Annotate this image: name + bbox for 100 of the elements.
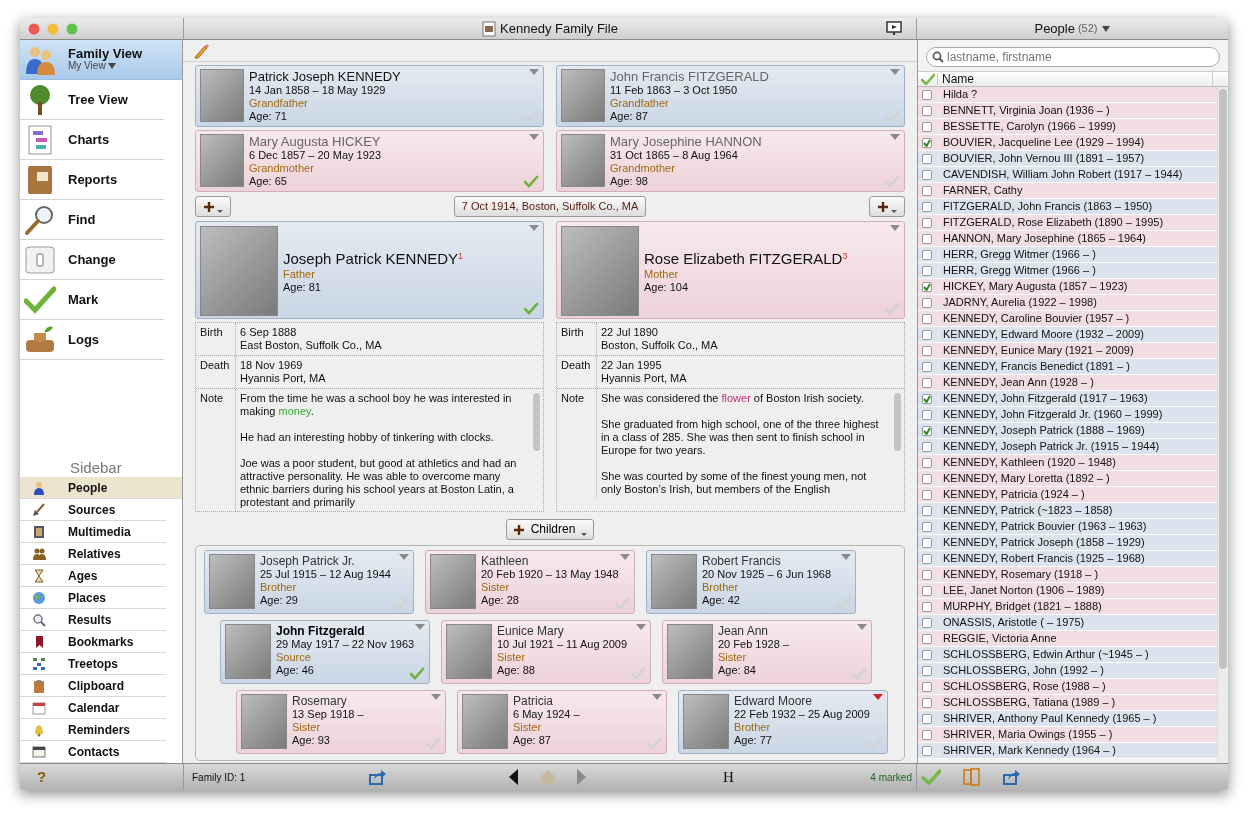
view-item[interactable]: Mark — [20, 280, 164, 320]
dropdown-arrow-icon[interactable] — [890, 225, 900, 231]
person-card[interactable]: Joseph Patrick Jr. 25 Jul 1915 – 12 Aug 1944 Brother Age: 29 — [204, 550, 414, 614]
person-card[interactable]: Joseph Patrick KENNEDY$^{1}$ Father Age: 81 — [195, 221, 544, 319]
person-card[interactable]: Rosemary 13 Sep 1918 – Sister Age: 93 — [236, 690, 446, 754]
checkmark-icon[interactable] — [410, 667, 425, 680]
checkbox[interactable] — [922, 201, 932, 212]
checkbox[interactable] — [922, 105, 932, 116]
sidebar-item[interactable]: Relatives — [20, 543, 166, 565]
add-button[interactable] — [869, 196, 905, 217]
dropdown-arrow-icon[interactable] — [529, 225, 539, 231]
checkbox[interactable] — [922, 633, 932, 644]
search-field[interactable]: lastname, firstname — [926, 47, 1220, 67]
sidebar-item[interactable]: Places — [20, 587, 166, 609]
scrollbar[interactable] — [1219, 89, 1227, 669]
person-card[interactable]: John Francis FITZGERALD 11 Feb 1863 – 3 Oct 1950 Grandfather Age: 87 — [556, 65, 905, 127]
view-item[interactable]: Logs — [20, 320, 164, 360]
checkbox[interactable] — [922, 585, 932, 596]
checkbox[interactable] — [922, 345, 932, 356]
sidebar-item[interactable]: Ages — [20, 565, 166, 587]
sidebar-item[interactable]: Calendar — [20, 697, 166, 719]
person-name[interactable]: Hilda ? — [938, 87, 978, 102]
slideshow-icon[interactable] — [886, 21, 902, 35]
view-item[interactable]: Reports — [20, 160, 164, 200]
checkmark-icon[interactable] — [426, 737, 441, 750]
checkbox[interactable] — [922, 665, 932, 676]
person-card[interactable]: Patricia 6 May 1924 – Sister Age: 87 — [457, 690, 667, 754]
dropdown-arrow-icon[interactable] — [529, 69, 539, 75]
checkbox[interactable] — [922, 281, 932, 292]
checkbox[interactable] — [922, 89, 932, 100]
checkbox[interactable] — [922, 713, 932, 724]
checkbox[interactable] — [922, 249, 932, 260]
person-card[interactable]: Mary Josephine HANNON 31 Oct 1865 – 8 Aug 1964 Grandmother Age: 98 — [556, 130, 905, 192]
sidebar-item[interactable]: Multimedia — [20, 521, 166, 543]
zoom-button[interactable] — [66, 22, 78, 35]
checkbox[interactable] — [922, 617, 932, 628]
checkmark-icon[interactable] — [631, 667, 646, 680]
person-card[interactable]: Kathleen 20 Feb 1920 – 13 May 1948 Sister Age: 28 — [425, 550, 635, 614]
person-card[interactable]: Patrick Joseph KENNEDY 14 Jan 1858 – 18 May 1929 Grandfather Age: 71 — [195, 65, 544, 127]
dropdown-arrow-icon[interactable] — [620, 554, 630, 560]
checkbox[interactable] — [922, 377, 932, 388]
close-button[interactable] — [28, 22, 40, 35]
dropdown-arrow-icon[interactable] — [652, 694, 662, 700]
checkbox[interactable] — [922, 361, 932, 372]
checkbox[interactable] — [922, 217, 932, 228]
checkbox[interactable] — [922, 169, 932, 180]
sidebar-item[interactable]: Bookmarks — [20, 631, 166, 653]
sidebar-item[interactable]: Treetops — [20, 653, 166, 675]
children-button[interactable]: Children — [505, 519, 595, 540]
view-item[interactable]: Family View My View — [20, 40, 182, 80]
person-card[interactable]: Robert Francis 20 Nov 1925 – 6 Jun 1968 Brother Age: 42 — [646, 550, 856, 614]
person-card[interactable]: Edward Moore 22 Feb 1932 – 25 Aug 2009 Brother Age: 77 — [678, 690, 888, 754]
scrollbar[interactable] — [894, 393, 901, 451]
view-item[interactable]: Change — [20, 240, 164, 280]
person-card[interactable]: Eunice Mary 10 Jul 1921 – 11 Aug 2009 Sister Age: 88 — [441, 620, 651, 684]
checkmark-icon[interactable] — [524, 302, 539, 315]
dropdown-arrow-icon[interactable] — [415, 624, 425, 630]
sidebar-item[interactable]: People — [20, 477, 182, 499]
person-card[interactable]: John Fitzgerald 29 May 1917 – 22 Nov 1963 Source Age: 46 — [220, 620, 430, 684]
add-button[interactable] — [195, 196, 231, 217]
checkmark-icon[interactable] — [852, 667, 867, 680]
checkbox[interactable] — [922, 537, 932, 548]
checkbox[interactable] — [922, 729, 932, 740]
checkmark-icon[interactable] — [524, 175, 539, 188]
dropdown-arrow-icon[interactable] — [841, 554, 851, 560]
dropdown-arrow-icon[interactable] — [890, 134, 900, 140]
checkbox[interactable] — [922, 425, 932, 436]
view-dropdown[interactable]: My View — [68, 61, 116, 72]
checkbox[interactable] — [922, 649, 932, 660]
checkbox[interactable] — [922, 185, 932, 196]
checkbox[interactable] — [922, 505, 932, 516]
checkbox[interactable] — [922, 553, 932, 564]
dropdown-arrow-icon[interactable] — [529, 134, 539, 140]
checkbox[interactable] — [922, 233, 932, 244]
dropdown-arrow-icon[interactable] — [873, 694, 883, 700]
checkbox[interactable] — [922, 601, 932, 612]
back-icon[interactable] — [509, 769, 518, 785]
dropdown-arrow-icon[interactable] — [399, 554, 409, 560]
checkbox[interactable] — [922, 457, 932, 468]
checkbox[interactable] — [922, 313, 932, 324]
share-icon[interactable] — [369, 769, 387, 785]
scrollbar[interactable] — [533, 393, 540, 451]
checkbox[interactable] — [922, 473, 932, 484]
view-item[interactable]: Charts — [20, 120, 164, 160]
checkbox[interactable] — [922, 489, 932, 500]
checkmark-icon[interactable] — [615, 597, 630, 610]
checkmark-icon[interactable] — [647, 737, 662, 750]
sidebar-item[interactable]: Sources — [20, 499, 166, 521]
help-button[interactable]: ? — [37, 765, 47, 789]
sidebar-item[interactable]: Results — [20, 609, 166, 631]
dropdown-arrow-icon[interactable] — [636, 624, 646, 630]
checkbox[interactable] — [922, 137, 932, 148]
checkbox[interactable] — [922, 265, 932, 276]
person-card[interactable]: Rose Elizabeth FITZGERALD$^{3}$ Mother Age: 104 — [556, 221, 905, 319]
caret-icon[interactable] — [1100, 24, 1111, 33]
share-icon[interactable] — [1003, 769, 1021, 785]
history-button[interactable]: H — [723, 765, 734, 789]
checkbox[interactable] — [922, 121, 932, 132]
dropdown-arrow-icon[interactable] — [857, 624, 867, 630]
checkbox[interactable] — [922, 297, 932, 308]
